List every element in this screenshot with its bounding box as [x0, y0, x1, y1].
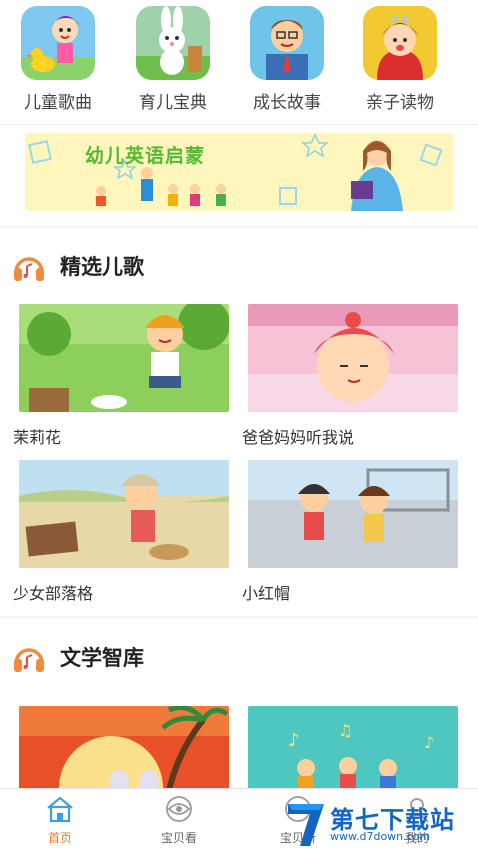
category-growth-stories[interactable]: 成长故事 [232, 6, 342, 116]
headphones-icon [12, 643, 46, 673]
nav-label: 首页 [47, 831, 72, 845]
category-label: 亲子读物 [366, 93, 434, 113]
section-title: 精选儿歌 [60, 255, 144, 279]
song-thumbnail [19, 460, 229, 568]
section-title: 文学智库 [60, 646, 144, 670]
teacher-icon [250, 6, 324, 80]
watermark-url: www.d7down.com [330, 830, 431, 843]
song-title: 爸爸妈妈听我说 [242, 428, 355, 447]
svg-text:♪: ♪ [424, 733, 434, 752]
category-parent-child-reading[interactable]: 亲子读物 [345, 6, 455, 116]
svg-text:♪: ♪ [288, 730, 300, 751]
song-thumbnail [248, 460, 458, 568]
svg-text:♫: ♫ [338, 721, 352, 740]
watermark-logo-icon [288, 804, 324, 846]
banner-title: 幼儿英语启蒙 [85, 145, 206, 167]
literature-thumbnail: ♪ ♫ ♪ [248, 706, 458, 790]
princess-icon [363, 6, 437, 80]
category-row: 儿童歌曲 育儿宝典 成长故事 亲子读物 [0, 0, 478, 124]
home-icon [44, 795, 76, 823]
category-label: 育儿宝典 [139, 93, 207, 113]
category-children-songs[interactable]: 儿童歌曲 [3, 6, 113, 116]
nav-label: 宝贝看 [160, 831, 197, 845]
eye-icon [163, 795, 195, 823]
english-banner[interactable]: 幼儿英语启蒙 [25, 133, 453, 211]
divider [0, 226, 478, 228]
literature-card[interactable] [19, 706, 229, 790]
category-label: 成长故事 [253, 93, 321, 113]
watermark: 第七下载站 www.d7down.com [284, 798, 478, 850]
divider [0, 616, 478, 618]
nav-home[interactable]: 首页 [0, 789, 120, 851]
divider [0, 124, 478, 125]
headphones-icon [12, 252, 46, 282]
song-title: 小红帽 [242, 584, 291, 603]
literature-card[interactable]: ♪ ♫ ♪ [248, 706, 458, 790]
song-thumbnail [19, 304, 229, 412]
song-thumbnail [248, 304, 458, 412]
song-title: 少女部落格 [13, 584, 94, 603]
literature-thumbnail [19, 706, 229, 790]
rabbit-icon [136, 6, 210, 80]
nav-baby-watch[interactable]: 宝贝看 [119, 789, 239, 851]
song-title: 茉莉花 [13, 428, 62, 447]
category-label: 儿童歌曲 [24, 93, 92, 113]
category-parenting[interactable]: 育儿宝典 [118, 6, 228, 116]
section-header-literature: 文学智库 [0, 639, 478, 679]
section-header-songs: 精选儿歌 [0, 248, 478, 288]
duck-girl-icon [21, 6, 95, 80]
